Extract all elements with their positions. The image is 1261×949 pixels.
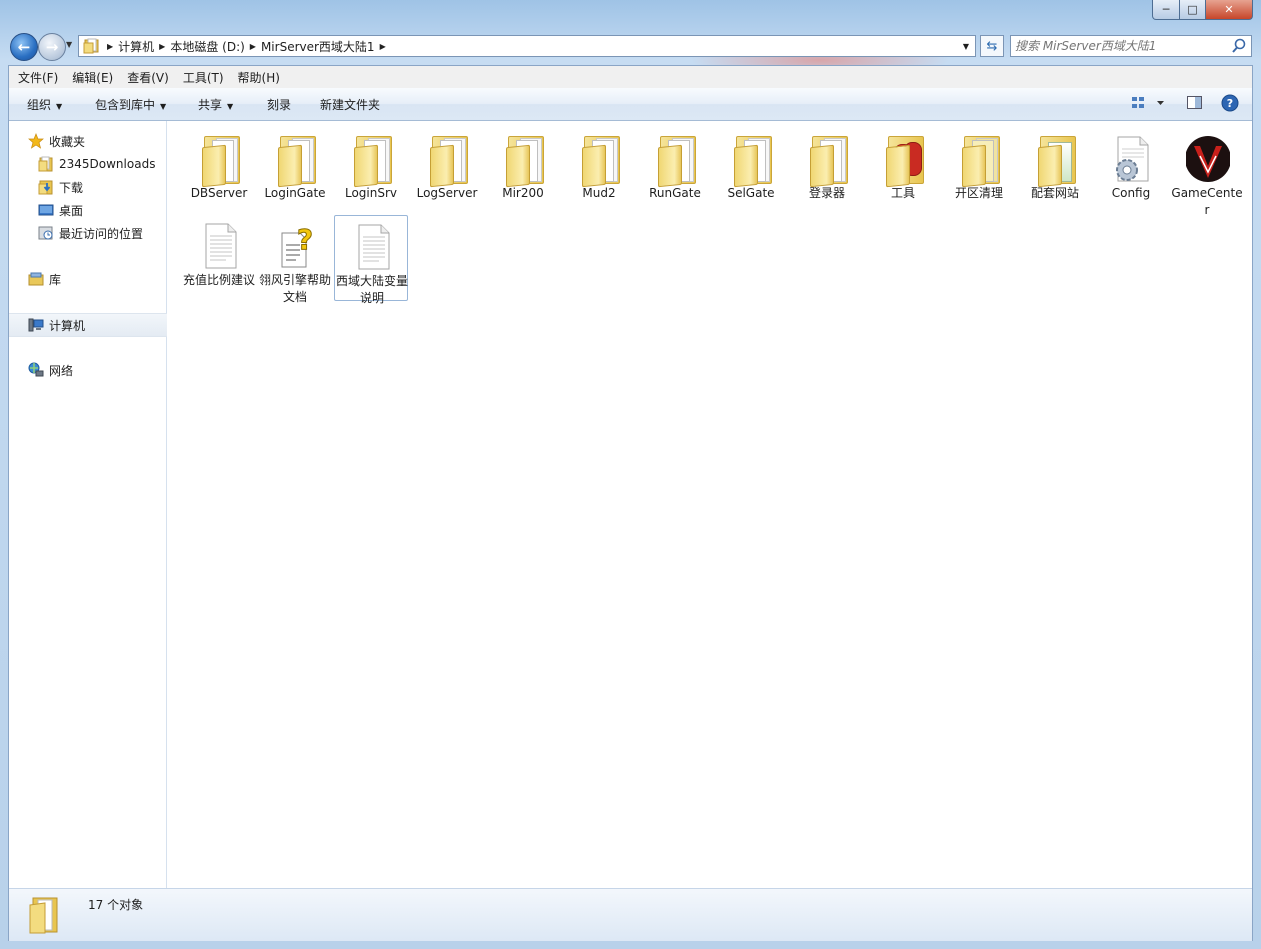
library-icon bbox=[28, 272, 44, 286]
chevron-down-icon: ▼ bbox=[227, 102, 234, 111]
folder-icon bbox=[83, 38, 99, 54]
breadcrumb-current-folder[interactable]: MirServer西域大陆1 bbox=[256, 38, 380, 55]
folder-icon bbox=[882, 134, 926, 188]
folder-item[interactable]: 工具 bbox=[866, 128, 940, 214]
menu-tools[interactable]: 工具(T) bbox=[174, 69, 229, 86]
recent-places-icon bbox=[38, 226, 53, 240]
folder-item[interactable]: 配套网站 bbox=[1018, 128, 1092, 214]
folder-icon bbox=[730, 134, 774, 188]
navigation-row: ← → ▼ ▶ 计算机 ▶ 本地磁盘 (D:) ▶ MirServer西域大陆1… bbox=[0, 32, 1261, 61]
sidebar-item-libraries[interactable]: 库 bbox=[9, 268, 185, 290]
config-file-icon bbox=[1116, 136, 1149, 182]
menu-bar: 文件(F) 编辑(E) 查看(V) 工具(T) 帮助(H) bbox=[9, 66, 1252, 89]
maximize-button[interactable]: □ bbox=[1180, 0, 1206, 20]
text-file-icon bbox=[205, 223, 237, 269]
folder-icon bbox=[426, 134, 470, 188]
desktop-icon bbox=[38, 204, 54, 216]
folder-icon bbox=[274, 134, 318, 188]
preview-pane-icon bbox=[1187, 96, 1202, 109]
include-library-button[interactable]: 包含到库中 ▼ bbox=[95, 96, 166, 113]
details-pane: 17 个对象 bbox=[9, 888, 1252, 941]
sidebar-item-computer[interactable]: 计算机 bbox=[9, 313, 185, 337]
computer-icon bbox=[28, 318, 44, 332]
help-icon: ? bbox=[1221, 94, 1239, 112]
folder-icon bbox=[29, 897, 58, 934]
folder-icon bbox=[350, 134, 394, 188]
burn-button[interactable]: 刻录 bbox=[267, 96, 291, 113]
folder-icon bbox=[198, 134, 242, 188]
folder-icon bbox=[1034, 134, 1078, 188]
recent-pages-dropdown[interactable]: ▼ bbox=[66, 40, 72, 49]
menu-file[interactable]: 文件(F) bbox=[9, 69, 63, 86]
menu-view[interactable]: 查看(V) bbox=[118, 69, 174, 86]
breadcrumb-computer[interactable]: 计算机 bbox=[113, 38, 159, 55]
download-folder-icon bbox=[38, 180, 53, 195]
file-item[interactable]: GameCenter bbox=[1170, 128, 1244, 217]
folder-item[interactable]: SelGate bbox=[714, 128, 788, 214]
caption-buttons: ─ □ ✕ bbox=[1152, 0, 1253, 20]
text-file-icon bbox=[358, 224, 390, 270]
back-button[interactable]: ← bbox=[10, 33, 38, 61]
folder-item[interactable]: LoginSrv bbox=[334, 128, 408, 214]
sidebar-item-favorites[interactable]: 收藏夹 bbox=[9, 130, 185, 152]
address-dropdown-icon[interactable]: ▼ bbox=[959, 38, 973, 54]
folder-icon bbox=[38, 156, 53, 172]
command-bar: 组织 ▼ 包含到库中 ▼ 共享 ▼ 刻录 新建文件夹 ? bbox=[9, 88, 1252, 121]
folder-item[interactable]: 登录器 bbox=[790, 128, 864, 214]
svg-text:?: ? bbox=[297, 223, 313, 256]
preview-pane-button[interactable] bbox=[1186, 94, 1204, 115]
folder-icon bbox=[958, 134, 1002, 188]
folder-item[interactable]: 开区清理 bbox=[942, 128, 1016, 214]
help-button[interactable]: ? bbox=[1221, 94, 1239, 115]
breadcrumb-separator[interactable]: ▶ bbox=[380, 42, 386, 51]
search-input[interactable] bbox=[1015, 38, 1225, 54]
refresh-button[interactable]: ⇆ bbox=[980, 35, 1004, 57]
file-item[interactable]: Config bbox=[1094, 128, 1168, 214]
star-icon bbox=[28, 133, 44, 149]
arrow-right-icon: → bbox=[45, 38, 59, 56]
sidebar-item-network[interactable]: 网络 bbox=[9, 359, 185, 381]
search-icon[interactable] bbox=[1231, 37, 1247, 55]
close-button[interactable]: ✕ bbox=[1206, 0, 1253, 20]
folder-item[interactable]: LogServer bbox=[410, 128, 484, 214]
file-item-selected[interactable]: 西域大陆变量说明 bbox=[334, 215, 408, 305]
refresh-icon: ⇆ bbox=[986, 38, 998, 54]
menu-edit[interactable]: 编辑(E) bbox=[63, 69, 118, 86]
chevron-down-icon: ▼ bbox=[56, 102, 63, 111]
folder-item[interactable]: Mir200 bbox=[486, 128, 560, 214]
gamecenter-app-icon bbox=[1186, 136, 1230, 182]
search-box[interactable] bbox=[1010, 35, 1252, 57]
address-bar[interactable]: ▶ 计算机 ▶ 本地磁盘 (D:) ▶ MirServer西域大陆1 ▶ ▼ bbox=[78, 35, 976, 57]
minimize-button[interactable]: ─ bbox=[1152, 0, 1180, 20]
folder-item[interactable]: LoginGate bbox=[258, 128, 332, 214]
file-item[interactable]: 充值比例建议 bbox=[182, 215, 256, 301]
file-item[interactable]: ? 翎风引擎帮助文档 bbox=[258, 215, 332, 305]
item-count: 17 个对象 bbox=[88, 898, 144, 912]
file-list[interactable]: DBServer LoginGate LoginSrv LogServer Mi… bbox=[167, 121, 1252, 888]
help-file-icon: ? bbox=[281, 223, 314, 268]
folder-icon bbox=[806, 134, 850, 188]
folder-item[interactable]: DBServer bbox=[182, 128, 256, 214]
svg-text:?: ? bbox=[1227, 97, 1233, 110]
breadcrumb-local-disk[interactable]: 本地磁盘 (D:) bbox=[165, 38, 249, 55]
folder-item[interactable]: Mud2 bbox=[562, 128, 636, 214]
share-button[interactable]: 共享 ▼ bbox=[198, 96, 233, 113]
folder-icon bbox=[502, 134, 546, 188]
chevron-down-icon: ▼ bbox=[160, 102, 167, 111]
navigation-pane: 收藏夹 2345Downloads 下载 桌面 最近访问的位置 库 计算机 网络 bbox=[9, 121, 185, 888]
organize-button[interactable]: 组织 ▼ bbox=[27, 96, 62, 113]
view-options-icon bbox=[1132, 97, 1164, 108]
new-folder-button[interactable]: 新建文件夹 bbox=[320, 96, 380, 113]
change-view-button[interactable] bbox=[1131, 94, 1165, 115]
network-icon bbox=[28, 362, 44, 377]
folder-item[interactable]: RunGate bbox=[638, 128, 712, 214]
folder-icon bbox=[654, 134, 698, 188]
forward-button[interactable]: → bbox=[38, 33, 66, 61]
menu-help[interactable]: 帮助(H) bbox=[229, 69, 285, 86]
arrow-left-icon: ← bbox=[17, 38, 31, 56]
explorer-client: 文件(F) 编辑(E) 查看(V) 工具(T) 帮助(H) 组织 ▼ 包含到库中 ▼… bbox=[8, 65, 1253, 941]
folder-icon bbox=[578, 134, 622, 188]
